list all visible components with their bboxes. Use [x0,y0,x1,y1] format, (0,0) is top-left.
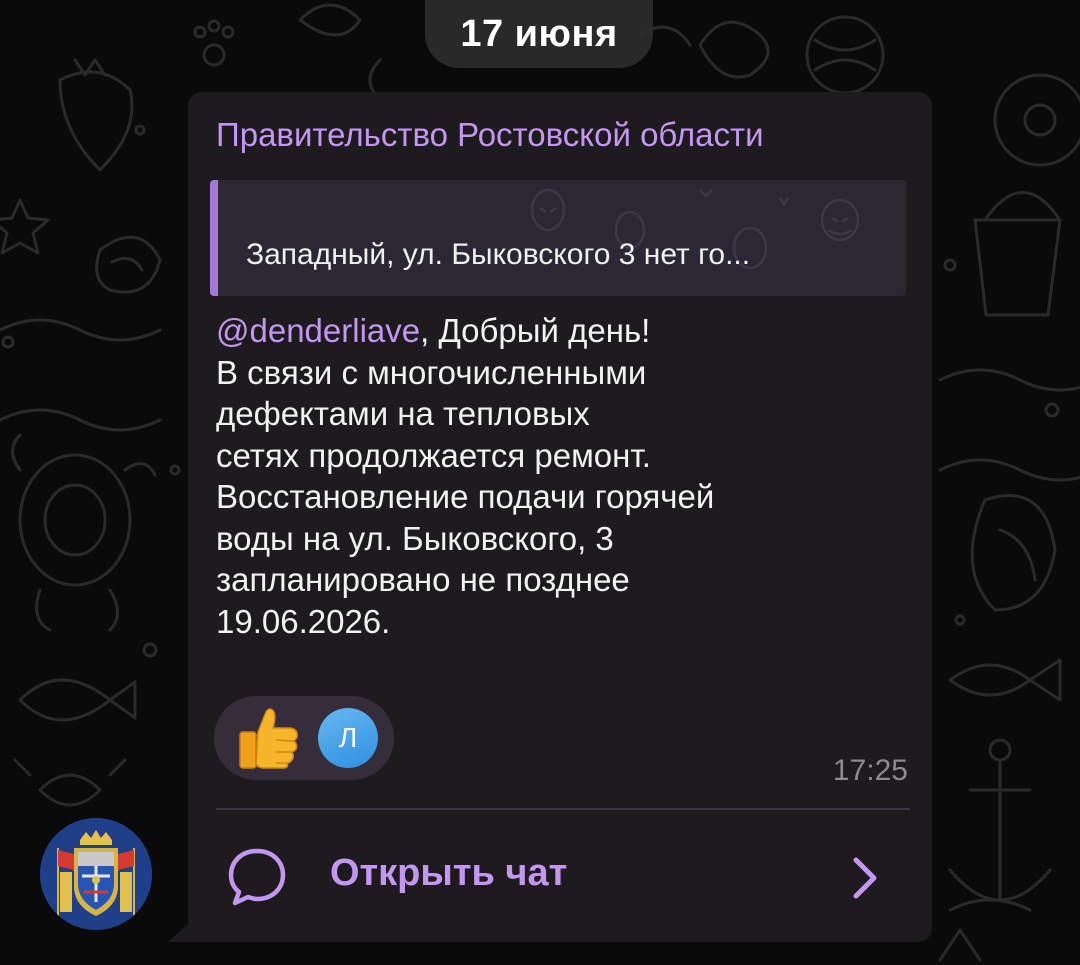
coat-of-arms-icon [40,818,152,930]
message-bubble[interactable]: Правительство Ростовской области Западны… [188,92,932,942]
message-line: Восстановление подачи горячей [216,478,715,515]
message-line: дефектами на тепловых [216,395,590,432]
divider [216,808,910,810]
message-line: 19.06.2026. [216,602,391,640]
chevron-right-icon [853,857,877,899]
reactor-avatar: Л [318,708,378,768]
channel-avatar[interactable] [40,818,152,930]
open-chat-button[interactable]: Открыть чат [188,812,932,942]
message-line: В связи с многочисленными [216,353,647,391]
reply-preview-text: Западный, ул. Быковского 3 нет го... [246,238,751,271]
thumbs-up-icon [239,708,298,769]
quote-accent-bar [210,180,218,296]
sender-name[interactable]: Правительство Ростовской области [216,116,764,154]
date-separator: 17 июня [425,0,653,68]
chat-bubble-icon [228,848,286,906]
message-line: запланировано не позднее [216,561,630,598]
message-text: @denderliave, Добрый день! В связи с мно… [216,310,896,642]
reply-quote[interactable]: Западный, ул. Быковского 3 нет го... [210,180,906,296]
message-line: сетях продолжается ремонт. [216,436,651,474]
message-time: 17:25 [832,754,908,787]
date-label: 17 июня [460,12,618,55]
message-line: воды на ул. Быковского, 3 [216,519,614,557]
open-chat-label: Открыть чат [330,852,568,894]
greeting-text: , Добрый день! [420,312,651,349]
greeting-line: @denderliave, Добрый день! [216,310,896,352]
reaction-chip[interactable]: Л [214,696,394,780]
user-mention[interactable]: @denderliave [216,312,420,349]
